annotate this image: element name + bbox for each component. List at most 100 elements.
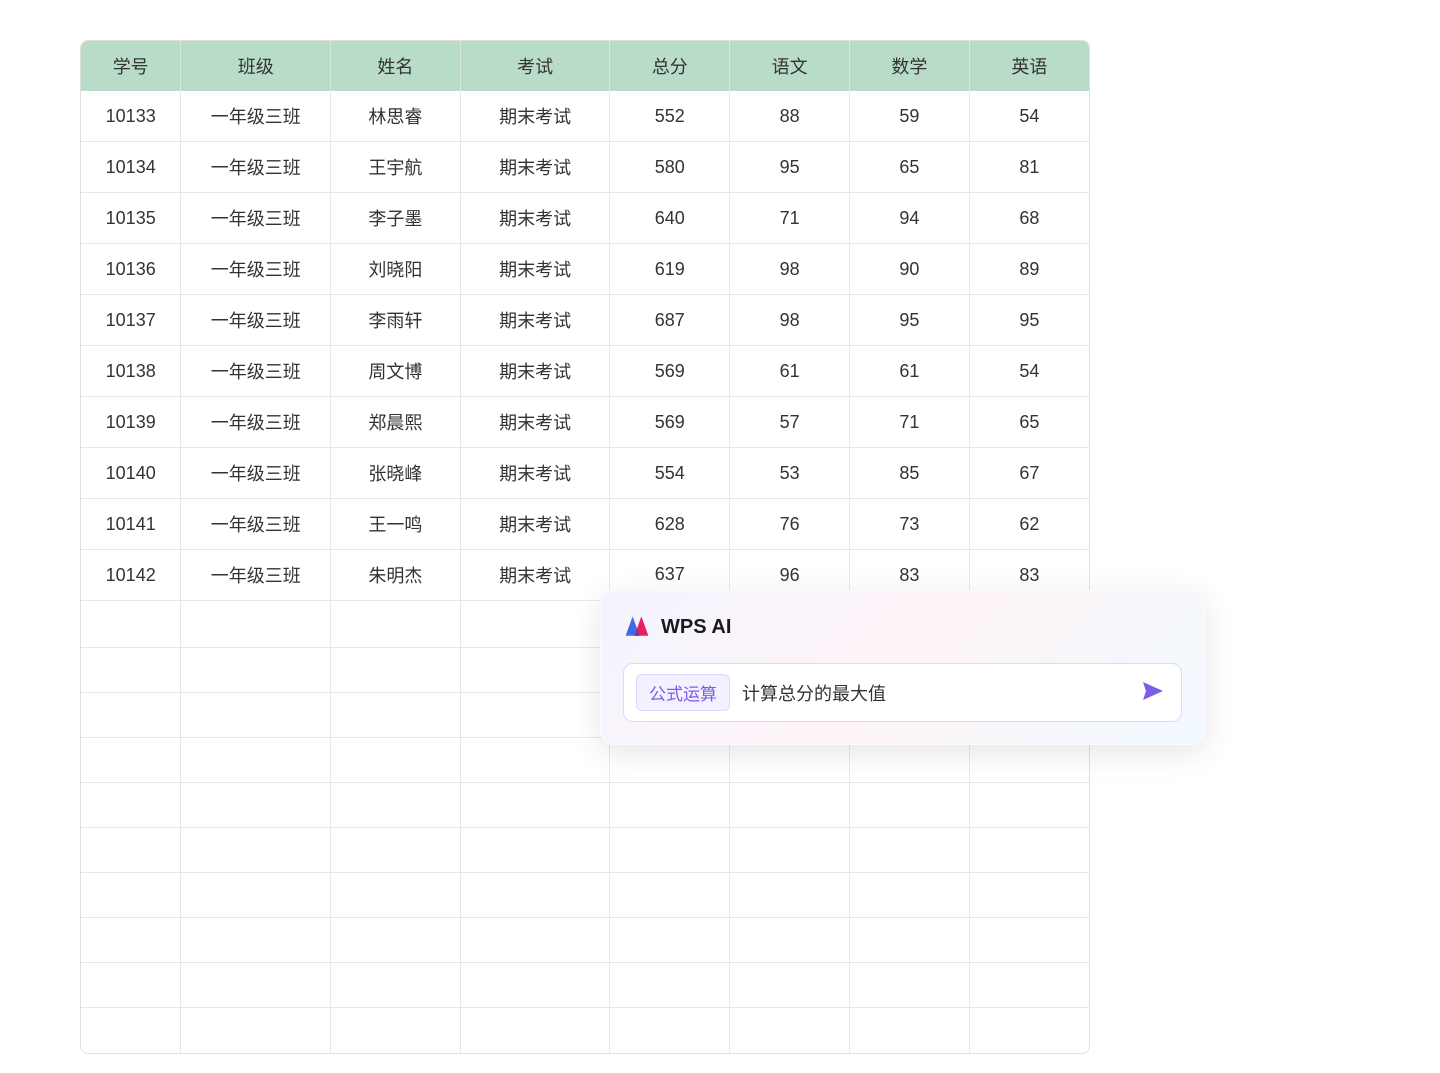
table-cell[interactable]: 10138 [81,346,181,397]
table-cell[interactable] [460,738,610,783]
table-cell[interactable]: 郑晨熙 [331,397,461,448]
header-math[interactable]: 数学 [849,41,969,91]
table-cell[interactable] [849,963,969,1008]
header-class[interactable]: 班级 [181,41,331,91]
table-cell[interactable]: 一年级三班 [181,346,331,397]
table-cell[interactable] [730,963,850,1008]
table-cell[interactable] [331,918,461,963]
table-cell[interactable] [460,693,610,738]
table-cell[interactable]: 61 [849,346,969,397]
table-cell[interactable]: 619 [610,244,730,295]
table-cell[interactable]: 一年级三班 [181,397,331,448]
table-cell[interactable] [969,918,1089,963]
table-cell[interactable] [849,918,969,963]
table-cell[interactable]: 95 [849,295,969,346]
table-cell[interactable]: 54 [969,91,1089,142]
table-cell[interactable]: 期末考试 [460,91,610,142]
table-cell[interactable]: 周文博 [331,346,461,397]
table-cell[interactable] [849,783,969,828]
table-cell[interactable]: 580 [610,142,730,193]
ai-send-button[interactable] [1137,675,1169,710]
table-cell[interactable]: 朱明杰 [331,550,461,601]
table-cell[interactable]: 569 [610,346,730,397]
table-cell[interactable] [730,828,850,873]
table-cell[interactable]: 10135 [81,193,181,244]
table-cell[interactable]: 10142 [81,550,181,601]
table-cell[interactable] [81,693,181,738]
table-cell[interactable]: 期末考试 [460,193,610,244]
table-cell[interactable] [181,648,331,693]
header-name[interactable]: 姓名 [331,41,461,91]
table-cell[interactable] [331,828,461,873]
table-cell[interactable] [460,918,610,963]
table-cell[interactable]: 李子墨 [331,193,461,244]
table-cell[interactable]: 10137 [81,295,181,346]
table-cell[interactable] [610,963,730,1008]
table-cell[interactable]: 刘晓阳 [331,244,461,295]
table-cell[interactable]: 95 [730,142,850,193]
table-cell[interactable]: 一年级三班 [181,295,331,346]
table-cell[interactable] [610,783,730,828]
table-cell[interactable]: 一年级三班 [181,244,331,295]
table-cell[interactable] [460,601,610,648]
table-cell[interactable]: 59 [849,91,969,142]
table-cell[interactable] [331,963,461,1008]
table-cell[interactable]: 88 [730,91,850,142]
table-cell[interactable] [81,738,181,783]
table-cell[interactable] [730,1008,850,1053]
table-cell[interactable] [969,873,1089,918]
table-cell[interactable]: 一年级三班 [181,550,331,601]
table-cell[interactable] [181,738,331,783]
table-cell[interactable]: 林思睿 [331,91,461,142]
table-cell[interactable] [181,828,331,873]
table-cell[interactable] [460,648,610,693]
table-cell[interactable] [969,828,1089,873]
table-cell[interactable]: 628 [610,499,730,550]
table-cell[interactable]: 67 [969,448,1089,499]
table-cell[interactable]: 94 [849,193,969,244]
table-cell[interactable]: 81 [969,142,1089,193]
table-cell[interactable] [81,828,181,873]
header-chinese[interactable]: 语文 [730,41,850,91]
table-cell[interactable]: 期末考试 [460,346,610,397]
table-cell[interactable] [849,1008,969,1053]
table-cell[interactable]: 687 [610,295,730,346]
table-cell[interactable] [969,783,1089,828]
table-cell[interactable]: 一年级三班 [181,448,331,499]
table-cell[interactable] [181,601,331,648]
table-cell[interactable] [81,648,181,693]
table-cell[interactable]: 10141 [81,499,181,550]
table-cell[interactable]: 552 [610,91,730,142]
table-cell[interactable]: 一年级三班 [181,499,331,550]
table-cell[interactable]: 期末考试 [460,142,610,193]
table-cell[interactable] [331,783,461,828]
table-cell[interactable]: 61 [730,346,850,397]
table-cell[interactable] [331,648,461,693]
table-cell[interactable]: 54 [969,346,1089,397]
table-cell[interactable]: 89 [969,244,1089,295]
table-cell[interactable] [181,918,331,963]
table-cell[interactable] [730,873,850,918]
table-cell[interactable]: 62 [969,499,1089,550]
table-cell[interactable]: 57 [730,397,850,448]
table-cell[interactable]: 98 [730,295,850,346]
table-cell[interactable] [610,873,730,918]
table-cell[interactable]: 10139 [81,397,181,448]
table-cell[interactable] [331,1008,461,1053]
table-cell[interactable]: 65 [969,397,1089,448]
table-cell[interactable]: 71 [730,193,850,244]
table-cell[interactable] [181,873,331,918]
table-cell[interactable] [610,828,730,873]
table-cell[interactable]: 65 [849,142,969,193]
table-cell[interactable]: 一年级三班 [181,91,331,142]
table-cell[interactable] [610,1008,730,1053]
table-cell[interactable]: 98 [730,244,850,295]
table-cell[interactable]: 640 [610,193,730,244]
table-cell[interactable]: 期末考试 [460,448,610,499]
table-cell[interactable] [81,1008,181,1053]
table-cell[interactable] [460,783,610,828]
ai-formula-tag[interactable]: 公式运算 [636,674,730,711]
table-cell[interactable]: 期末考试 [460,295,610,346]
table-cell[interactable] [331,873,461,918]
table-cell[interactable] [331,738,461,783]
